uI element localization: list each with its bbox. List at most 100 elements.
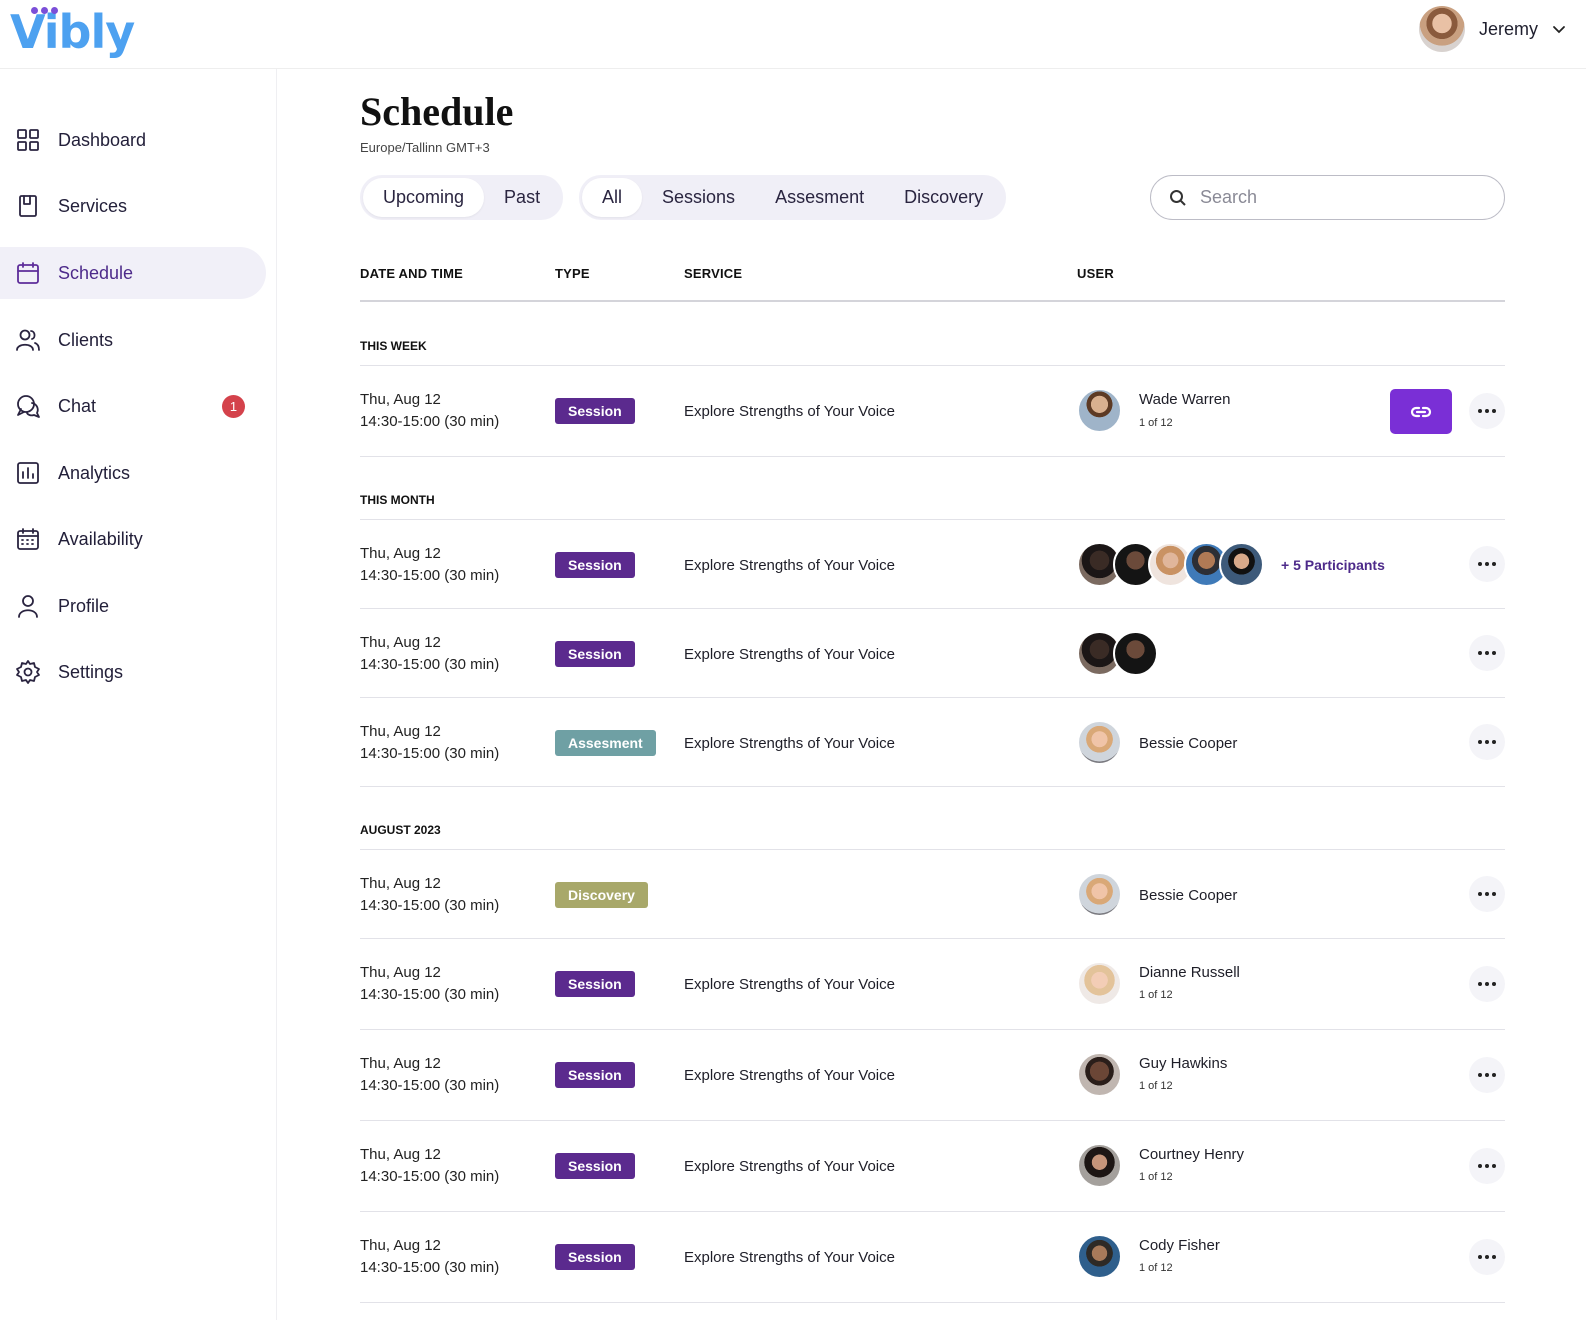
user-avatar[interactable] [1418,6,1465,52]
tab-upcoming[interactable]: Upcoming [363,178,485,217]
row-user-name[interactable]: Courtney Henry [1139,1146,1244,1163]
row-datetime: Thu, Aug 12 14:30-15:00 (30 min) [360,962,499,1006]
type-badge: Session [555,1153,635,1179]
avatar [1113,631,1158,676]
sidebar-item-schedule[interactable]: Schedule [0,247,266,299]
column-header-date: DATE AND TIME [360,266,463,281]
chevron-down-icon[interactable] [1552,22,1566,36]
more-options-button[interactable] [1469,635,1505,671]
logo[interactable]: Vibly [10,0,135,59]
row-service: Explore Strengths of Your Voice [684,557,895,574]
more-options-button[interactable] [1469,876,1505,912]
more-options-button[interactable] [1469,966,1505,1002]
table-row[interactable]: Thu, Aug 12 14:30-15:00 (30 min) Session … [360,1121,1505,1211]
table-row[interactable]: Thu, Aug 12 14:30-15:00 (30 min) Session … [360,939,1505,1029]
search-input[interactable] [1200,187,1480,208]
sidebar-item-chat[interactable]: Chat 1 [0,380,266,432]
avatar [1077,1052,1122,1097]
user-icon [15,593,41,619]
table-row[interactable]: Thu, Aug 12 14:30-15:00 (30 min) Discover… [360,850,1505,938]
row-user-name[interactable]: Wade Warren [1139,391,1230,408]
sidebar-item-clients[interactable]: Clients [0,314,266,366]
divider [360,1302,1505,1303]
row-service: Explore Strengths of Your Voice [684,1249,895,1266]
divider [360,456,1505,457]
table-row[interactable]: Thu, Aug 12 14:30-15:00 (30 min) Session … [360,366,1505,456]
sidebar-item-dashboard[interactable]: Dashboard [0,114,266,166]
row-datetime: Thu, Aug 12 14:30-15:00 (30 min) [360,632,499,676]
tab-assesment[interactable]: Assesment [755,178,884,217]
sidebar-item-label: Clients [58,329,114,350]
row-datetime: Thu, Aug 12 14:30-15:00 (30 min) [360,389,499,433]
more-options-button[interactable] [1469,1057,1505,1093]
logo-dots [31,7,58,14]
table-row[interactable]: Thu, Aug 12 14:30-15:00 (30 min) Assesmen… [360,698,1505,786]
type-badge: Session [555,971,635,997]
row-user-sub: 1 of 12 [1139,417,1173,429]
row-time: 14:30-15:00 (30 min) [360,986,500,1003]
tab-discovery[interactable]: Discovery [884,178,1003,217]
more-options-button[interactable] [1469,1239,1505,1275]
sidebar-item-availability[interactable]: Availability [0,513,266,565]
chat-unread-badge: 1 [222,394,245,418]
row-service: Explore Strengths of Your Voice [684,1158,895,1175]
more-options-button[interactable] [1469,724,1505,760]
sidebar-item-label: Dashboard [58,129,147,150]
sidebar-item-settings[interactable]: Settings [0,646,266,698]
column-header-type: TYPE [555,266,590,281]
row-date: Thu, Aug 12 [360,1237,441,1254]
avatar [1077,388,1122,433]
table-row[interactable]: Thu, Aug 12 14:30-15:00 (30 min) Session … [360,1030,1505,1120]
group-title-august-2023: AUGUST 2023 [360,823,441,837]
tab-sessions[interactable]: Sessions [642,178,755,217]
timezone-label: Europe/Tallinn GMT+3 [360,140,490,155]
row-time: 14:30-15:00 (30 min) [360,1259,500,1276]
search-box[interactable] [1150,175,1505,220]
more-options-button[interactable] [1469,1148,1505,1184]
type-badge: Assesment [555,730,656,756]
sidebar-item-label: Services [58,195,128,216]
top-bar: Vibly Jeremy [0,0,1586,69]
more-options-button[interactable] [1469,393,1505,429]
row-user-name[interactable]: Bessie Cooper [1139,887,1237,904]
row-user-name[interactable]: Dianne Russell [1139,964,1240,981]
column-header-user: USER [1077,266,1114,281]
row-date: Thu, Aug 12 [360,1055,441,1072]
logo-text: Vibly [10,5,135,59]
user-menu[interactable]: Jeremy [1418,6,1566,52]
row-user-sub: 1 of 12 [1139,1080,1173,1092]
copy-link-button[interactable] [1390,389,1452,434]
avatar [1077,961,1122,1006]
row-datetime: Thu, Aug 12 14:30-15:00 (30 min) [360,1235,499,1279]
table-row[interactable]: Thu, Aug 12 14:30-15:00 (30 min) Session … [360,609,1505,697]
row-user-sub: 1 of 12 [1139,1262,1173,1274]
row-user-name[interactable]: Cody Fisher [1139,1237,1220,1254]
type-badge: Discovery [555,882,648,908]
row-service: Explore Strengths of Your Voice [684,976,895,993]
table-row[interactable]: Thu, Aug 12 14:30-15:00 (30 min) Session … [360,1212,1505,1302]
sidebar-item-label: Schedule [58,262,134,283]
sidebar-item-services[interactable]: Services [0,180,266,232]
row-date: Thu, Aug 12 [360,634,441,651]
group-title-this-week: THIS WEEK [360,339,427,353]
row-time: 14:30-15:00 (30 min) [360,1077,500,1094]
avatar [1077,1143,1122,1188]
row-user-name[interactable]: Guy Hawkins [1139,1055,1227,1072]
tab-all[interactable]: All [582,178,643,217]
type-badge: Session [555,552,635,578]
row-time: 14:30-15:00 (30 min) [360,413,500,430]
table-row[interactable]: Thu, Aug 12 14:30-15:00 (30 min) Session … [360,520,1505,608]
tab-past[interactable]: Past [484,178,560,217]
user-name[interactable]: Jeremy [1479,19,1538,40]
row-user-name[interactable]: Bessie Cooper [1139,735,1237,752]
sidebar-item-label: Availability [58,528,143,549]
row-service: Explore Strengths of Your Voice [684,1067,895,1084]
sidebar-item-profile[interactable]: Profile [0,580,266,632]
more-options-button[interactable] [1469,546,1505,582]
row-service: Explore Strengths of Your Voice [684,646,895,663]
row-user-sub: 1 of 12 [1139,1171,1173,1183]
avatar [1219,542,1264,587]
participants-link[interactable]: + 5 Participants [1281,557,1385,573]
sidebar-item-analytics[interactable]: Analytics [0,447,266,499]
sidebar-item-label: Chat [58,395,97,416]
